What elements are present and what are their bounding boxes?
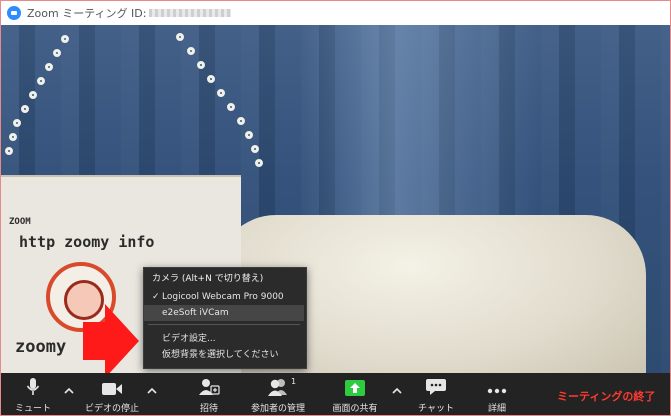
camera-option-ivcam[interactable]: e2eSoft iVCam — [144, 305, 304, 321]
video-camera-icon — [102, 383, 122, 395]
chat-label: チャット — [418, 404, 454, 414]
camera-option-label: e2eSoft iVCam — [162, 308, 229, 318]
manage-participants-label: 参加者の管理 — [250, 404, 305, 414]
invite-user-icon — [199, 379, 220, 395]
share-screen-button[interactable]: 画面の共有 — [323, 373, 387, 415]
manage-participants-button[interactable]: 参加者の管理 — [241, 373, 315, 415]
menu-divider — [148, 324, 300, 325]
meeting-toolbar: ミュート ビデオの停止 招待 参加者の管理 1 画面の共有 チャット 詳細 ミー… — [1, 373, 670, 415]
video-options-chevron-up-icon[interactable] — [146, 385, 158, 397]
participant-count-badge: 1 — [291, 377, 297, 386]
invite-button[interactable]: 招待 — [189, 373, 229, 415]
camera-select-menu: カメラ (Alt+N で切り替え) ✓ Logicool Webcam Pro 9… — [143, 267, 307, 369]
virtual-background-item[interactable]: 仮想背景を選択してください — [144, 347, 304, 363]
end-meeting-button[interactable]: ミーティングの終了 — [557, 388, 655, 404]
mute-label: ミュート — [14, 404, 51, 414]
stop-video-button[interactable]: ビデオの停止 — [77, 373, 147, 415]
microphone-icon — [26, 378, 40, 395]
participants-icon — [268, 379, 287, 396]
virtual-background-label: 仮想背景を選択してください — [162, 350, 279, 360]
share-options-chevron-up-icon[interactable] — [391, 385, 403, 397]
sign-text-bottom: zoomy — [15, 337, 67, 357]
camera-option-label: Logicool Webcam Pro 9000 — [162, 292, 284, 302]
share-screen-label: 画面の共有 — [332, 404, 378, 414]
invite-label: 招待 — [199, 404, 218, 414]
stop-video-label: ビデオの停止 — [84, 404, 139, 414]
meeting-id-redacted — [149, 9, 232, 17]
share-screen-icon — [345, 380, 365, 396]
red-arrow-icon — [83, 304, 139, 373]
chat-button[interactable]: チャット — [413, 373, 459, 415]
zoom-meeting-window: Zoom ミーティング ID: ZOOM http zoomy info zoo… — [0, 0, 671, 416]
video-feed: ZOOM http zoomy info zoomy — [1, 25, 670, 373]
audio-options-chevron-up-icon[interactable] — [63, 385, 75, 397]
sign-text-url: http zoomy info — [19, 233, 155, 251]
camera-option-logicool[interactable]: ✓ Logicool Webcam Pro 9000 — [144, 289, 304, 305]
checkmark-icon: ✓ — [152, 292, 160, 302]
mute-button[interactable]: ミュート — [11, 373, 55, 415]
zoom-logo-icon — [7, 6, 21, 20]
more-label: 詳細 — [487, 404, 506, 414]
more-button[interactable]: 詳細 — [477, 373, 517, 415]
chat-bubble-icon — [426, 379, 446, 395]
more-dots-icon — [487, 388, 507, 394]
video-settings-item[interactable]: ビデオ設定... — [144, 331, 304, 347]
video-settings-label: ビデオ設定... — [162, 334, 216, 344]
sign-text-top: ZOOM — [9, 217, 31, 227]
camera-menu-header: カメラ (Alt+N で切り替え) — [152, 274, 264, 284]
window-title: Zoom ミーティング ID: — [27, 7, 147, 20]
title-bar: Zoom ミーティング ID: — [1, 1, 670, 25]
